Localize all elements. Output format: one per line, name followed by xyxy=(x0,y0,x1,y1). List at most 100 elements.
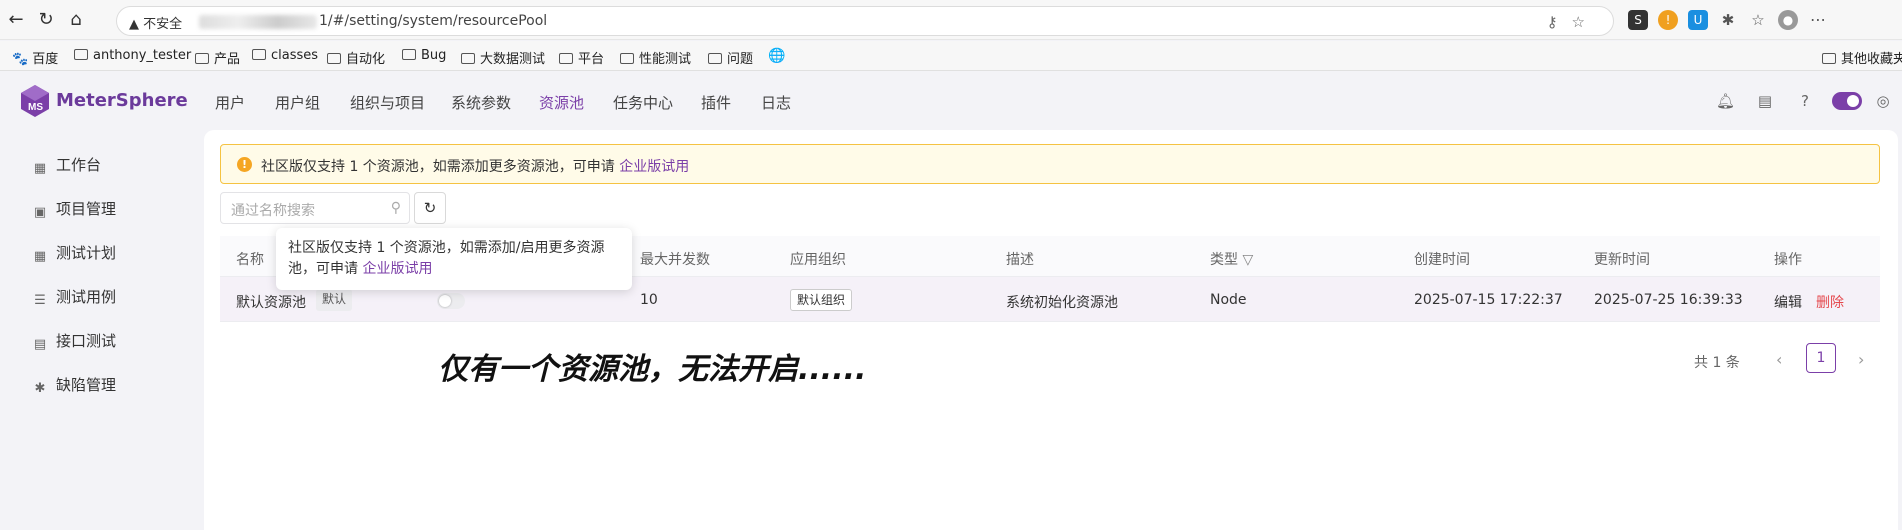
page-1-button[interactable]: 1 xyxy=(1806,343,1836,373)
alert-text: 社区版仅支持 1 个资源池，如需添加更多资源池，可申请 xyxy=(261,159,615,175)
sidebar: ▦ 工作台 ▣ 项目管理 ▦ 测试计划 ☰ 测试用例 ▤ 接口测试 ✱ 缺陷管理 xyxy=(0,130,202,530)
bookmark-folder[interactable]: classes xyxy=(252,48,318,63)
nav-task-center[interactable]: 任务中心 xyxy=(613,92,673,113)
col-description: 描述 xyxy=(1006,252,1034,268)
prev-page-icon[interactable]: ‹ xyxy=(1776,350,1782,369)
tooltip-text: 社区版仅支持 1 个资源池，如需添加/启用更多资源池，可申请 xyxy=(288,240,605,277)
svg-text:MS: MS xyxy=(28,102,43,113)
bookmark-folder[interactable]: 大数据测试 xyxy=(461,48,545,67)
folder-icon xyxy=(620,53,634,64)
address-bar-icons[interactable]: ⚷☆ xyxy=(1547,13,1599,31)
reload-icon[interactable]: ↻ xyxy=(36,10,56,30)
folder-icon xyxy=(1822,53,1836,64)
main-content: ! 社区版仅支持 1 个资源池，如需添加更多资源池，可申请 企业版试用 通过名称… xyxy=(204,130,1898,530)
nav-users[interactable]: 用户 xyxy=(215,92,245,113)
folder-icon xyxy=(559,53,573,64)
home-icon[interactable]: ⌂ xyxy=(66,10,86,30)
bookmark-folder[interactable]: 性能测试 xyxy=(620,48,691,67)
enterprise-trial-link[interactable]: 企业版试用 xyxy=(619,159,689,175)
nav-logs[interactable]: 日志 xyxy=(761,92,791,113)
help-icon[interactable]: ? xyxy=(1796,92,1814,110)
search-placeholder: 通过名称搜索 xyxy=(231,203,315,219)
col-org: 应用组织 xyxy=(790,252,846,268)
refresh-icon: ↻ xyxy=(423,199,437,217)
bookmark-baidu[interactable]: 🐾 百度 xyxy=(12,48,58,67)
sidebar-item-test-case[interactable]: ☰ 测试用例 xyxy=(32,286,116,308)
url-text[interactable]: 1/#/setting/system/resourcePool xyxy=(319,13,547,29)
project-icon: ▣ xyxy=(33,205,47,220)
col-name: 名称 xyxy=(236,252,264,268)
nav-orgs-projects[interactable]: 组织与项目 xyxy=(350,92,425,113)
annotation-text: 仅有一个资源池，无法开启...... xyxy=(438,352,867,387)
metersphere-logo-icon: MS xyxy=(21,85,49,117)
back-icon[interactable]: ← xyxy=(6,10,26,30)
task-icon[interactable]: ▤ xyxy=(1756,92,1774,110)
nav-plugins[interactable]: 插件 xyxy=(701,92,731,113)
org-tag: 默认组织 xyxy=(790,289,853,311)
bookmark-folder[interactable]: 自动化 xyxy=(327,48,385,67)
globe-icon[interactable]: 🌐 xyxy=(768,48,785,64)
updated-value: 2025-07-25 16:39:33 xyxy=(1594,292,1743,308)
bookmark-other-favorites[interactable]: 其他收藏夹 xyxy=(1822,48,1902,67)
created-value: 2025-07-15 17:22:37 xyxy=(1414,292,1563,308)
edit-button[interactable]: 编辑 xyxy=(1774,292,1802,312)
favorites-icon[interactable]: ☆ xyxy=(1748,10,1768,30)
sidebar-item-project-management[interactable]: ▣ 项目管理 xyxy=(32,198,116,220)
bookmark-folder[interactable]: 问题 xyxy=(708,48,753,67)
max-concurrency-value: 10 xyxy=(640,292,658,308)
bug-icon: ✱ xyxy=(34,381,46,396)
sidebar-item-workbench[interactable]: ▦ 工作台 xyxy=(32,154,101,176)
next-page-icon[interactable]: › xyxy=(1858,350,1864,369)
bookmark-folder[interactable]: 产品 xyxy=(195,48,240,67)
theme-toggle[interactable] xyxy=(1832,92,1862,110)
api-test-icon: ▤ xyxy=(33,337,47,352)
description-value: 系统初始化资源池 xyxy=(1006,295,1118,311)
tooltip-enterprise-trial-link[interactable]: 企业版试用 xyxy=(362,261,432,277)
bookmarks-bar: 🐾 百度 anthony_tester 产品 classes 自动化 Bug 大数… xyxy=(0,41,1902,71)
filter-icon[interactable]: ▽ xyxy=(1242,252,1253,268)
user-avatar-icon[interactable]: ◎ xyxy=(1874,92,1892,110)
bell-icon[interactable]: 🔔︎ xyxy=(1716,92,1735,110)
bookmark-folder[interactable]: anthony_tester xyxy=(74,48,191,63)
delete-button[interactable]: 删除 xyxy=(1816,292,1844,312)
test-plan-icon: ▦ xyxy=(33,249,47,264)
enable-switch[interactable] xyxy=(437,293,465,309)
sidebar-item-bug-management[interactable]: ✱ 缺陷管理 xyxy=(32,374,116,396)
search-input[interactable]: 通过名称搜索 ⚲ xyxy=(220,192,410,224)
more-menu-icon[interactable]: ⋯ xyxy=(1808,10,1828,30)
col-max-concurrency: 最大并发数 xyxy=(640,252,710,268)
extensions-puzzle-icon[interactable]: ✱ xyxy=(1718,10,1738,30)
pool-name-link[interactable]: 默认资源池 xyxy=(236,292,306,312)
not-secure-label[interactable]: ▲ 不安全 xyxy=(129,13,182,32)
pagination-total: 共 1 条 xyxy=(1694,355,1740,371)
address-bar[interactable]: ▲ 不安全 1/#/setting/system/resourcePool ⚷☆ xyxy=(116,6,1614,36)
nav-system-params[interactable]: 系统参数 xyxy=(451,92,511,113)
search-icon[interactable]: ⚲ xyxy=(391,200,401,216)
col-actions: 操作 xyxy=(1774,252,1802,268)
profile-avatar[interactable]: ● xyxy=(1778,10,1798,30)
bookmark-folder[interactable]: Bug xyxy=(402,48,446,63)
enable-disabled-tooltip: 社区版仅支持 1 个资源池，如需添加/启用更多资源池，可申请 企业版试用 xyxy=(276,228,632,290)
col-created: 创建时间 xyxy=(1414,252,1470,268)
app-name: MeterSphere xyxy=(56,90,188,111)
col-updated: 更新时间 xyxy=(1594,252,1650,268)
col-type: 类型 ▽ xyxy=(1210,252,1254,268)
blurred-host xyxy=(199,15,317,29)
extension-coin-icon[interactable]: ! xyxy=(1658,10,1678,30)
nav-user-groups[interactable]: 用户组 xyxy=(275,92,320,113)
bookmark-folder[interactable]: 平台 xyxy=(559,48,604,67)
refresh-button[interactable]: ↻ xyxy=(414,192,446,224)
extension-se-icon[interactable]: S xyxy=(1628,10,1648,30)
folder-icon xyxy=(252,49,266,60)
browser-toolbar: ← ↻ ⌂ ▲ 不安全 1/#/setting/system/resourceP… xyxy=(0,0,1902,40)
folder-icon xyxy=(74,49,88,60)
sidebar-item-test-plan[interactable]: ▦ 测试计划 xyxy=(32,242,116,264)
community-edition-alert: ! 社区版仅支持 1 个资源池，如需添加更多资源池，可申请 企业版试用 xyxy=(220,144,1880,184)
baidu-paw-icon: 🐾 xyxy=(12,52,29,67)
folder-icon xyxy=(195,53,209,64)
test-case-icon: ☰ xyxy=(34,293,46,308)
folder-icon xyxy=(461,53,475,64)
nav-resource-pool[interactable]: 资源池 xyxy=(539,92,584,113)
sidebar-item-api-test[interactable]: ▤ 接口测试 xyxy=(32,330,116,352)
extension-u-icon[interactable]: U xyxy=(1688,10,1708,30)
